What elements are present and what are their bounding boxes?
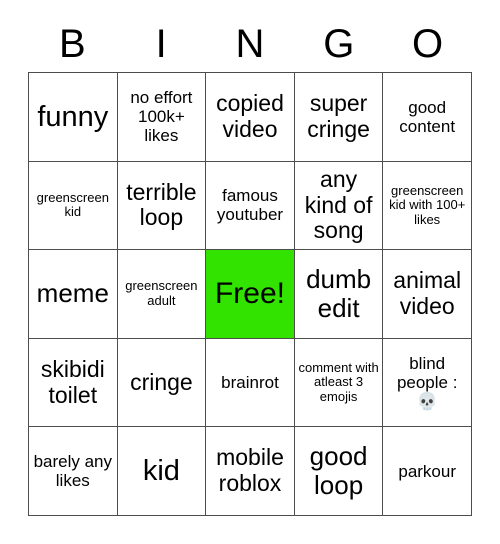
bingo-card: B I N G O funny no effort 100k+ likes copied v…: [0, 0, 500, 544]
bingo-cell[interactable]: barely any likes: [29, 427, 118, 516]
bingo-cell-label: terrible loop: [126, 178, 197, 231]
bingo-cell-label: greenscreen kid with 100+ likes: [389, 182, 466, 227]
bingo-header-letter-1: I: [155, 22, 167, 66]
bingo-cell-label: any kind of song: [304, 165, 373, 244]
bingo-cell-label: barely any likes: [33, 452, 113, 491]
bingo-cell[interactable]: mobile roblox: [206, 427, 295, 516]
bingo-cell-label: kid: [142, 454, 180, 487]
bingo-header-letter-3: G: [323, 22, 355, 66]
bingo-cell-label: famous youtuber: [216, 186, 284, 225]
bingo-cell[interactable]: parkour: [383, 427, 472, 516]
bingo-cell-label: skibidi toilet: [40, 355, 105, 408]
bingo-cell[interactable]: kid: [117, 427, 207, 516]
bingo-cell[interactable]: greenscreen kid: [29, 161, 118, 251]
bingo-cell[interactable]: no effort 100k+ likes: [117, 73, 207, 162]
bingo-header-letter-2: N: [235, 22, 265, 66]
bingo-cell-label: greenscreen adult: [125, 278, 198, 308]
bingo-cell-label: dumb edit: [306, 263, 372, 323]
bingo-cell-label: meme: [36, 278, 109, 309]
bingo-cell-label: animal video: [393, 267, 462, 319]
bingo-cell[interactable]: dumb edit: [294, 250, 384, 339]
bingo-grid: funny no effort 100k+ likes copied video su…: [28, 72, 472, 516]
bingo-cell-label: greenscreen kid: [36, 189, 109, 220]
bingo-cell-label: good content: [399, 97, 456, 136]
bingo-cell-label: good loop: [309, 441, 368, 501]
bingo-cell[interactable]: blind people : 💀: [383, 338, 472, 428]
bingo-cell[interactable]: good content: [383, 73, 472, 162]
bingo-cell-label: brainrot: [221, 373, 279, 393]
bingo-cell-label: funny: [37, 100, 109, 133]
bingo-cell[interactable]: comment with atleast 3 emojis: [294, 338, 384, 428]
bingo-cell-label: super cringe: [307, 90, 370, 142]
bingo-cell[interactable]: greenscreen adult: [117, 250, 207, 339]
bingo-header: BINGO: [28, 16, 472, 72]
bingo-header-letter-0: B: [59, 22, 86, 66]
bingo-cell-label: blind people : 💀: [396, 354, 458, 412]
bingo-cell[interactable]: greenscreen kid with 100+ likes: [383, 161, 472, 251]
bingo-cell[interactable]: copied video: [206, 73, 295, 162]
bingo-cell[interactable]: skibidi toilet: [29, 338, 118, 428]
bingo-cell-label: cringe: [130, 368, 193, 395]
bingo-cell[interactable]: super cringe: [294, 73, 384, 162]
bingo-cell-label: comment with atleast 3 emojis: [298, 359, 379, 404]
bingo-cell[interactable]: famous youtuber: [206, 161, 295, 251]
bingo-cell[interactable]: cringe: [117, 338, 207, 428]
bingo-free-cell[interactable]: Free!: [206, 250, 295, 339]
bingo-cell[interactable]: good loop: [294, 427, 384, 516]
bingo-cell-label: no effort 100k+ likes: [130, 88, 193, 146]
bingo-cell[interactable]: any kind of song: [294, 161, 384, 251]
bingo-cell[interactable]: animal video: [383, 250, 472, 339]
bingo-cell-label: copied video: [216, 90, 284, 142]
bingo-cell[interactable]: funny: [29, 73, 118, 162]
bingo-cell-label: parkour: [398, 461, 456, 481]
bingo-cell-label: Free!: [214, 277, 285, 311]
bingo-cell[interactable]: brainrot: [206, 338, 295, 428]
bingo-cell[interactable]: meme: [29, 250, 118, 339]
bingo-header-letter-4: O: [412, 22, 444, 66]
bingo-cell-label: mobile roblox: [216, 444, 284, 497]
bingo-cell[interactable]: terrible loop: [117, 161, 207, 251]
